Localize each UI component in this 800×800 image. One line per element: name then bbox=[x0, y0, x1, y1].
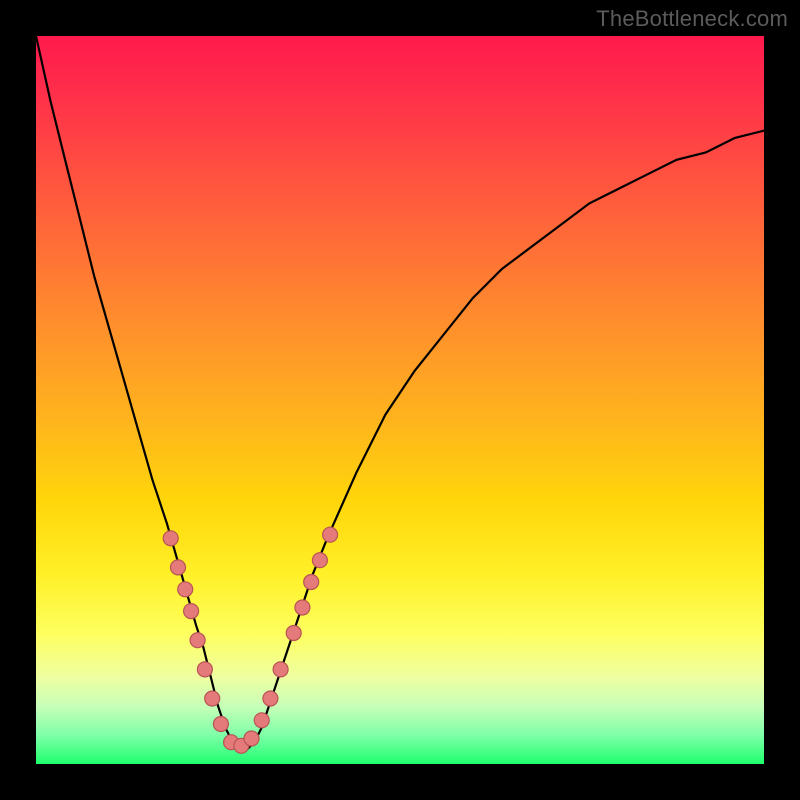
sample-dot bbox=[295, 600, 310, 615]
watermark-text: TheBottleneck.com bbox=[596, 6, 788, 32]
sample-dot bbox=[197, 662, 212, 677]
sample-dot bbox=[163, 531, 178, 546]
sample-dot bbox=[254, 713, 269, 728]
chart-frame: TheBottleneck.com bbox=[0, 0, 800, 800]
sample-dot bbox=[178, 582, 193, 597]
sample-dot bbox=[273, 662, 288, 677]
sample-dot bbox=[263, 691, 278, 706]
bottleneck-curve bbox=[36, 36, 764, 749]
sample-dot bbox=[205, 691, 220, 706]
sample-dot bbox=[184, 604, 199, 619]
plot-area bbox=[36, 36, 764, 764]
sample-dot bbox=[244, 731, 259, 746]
sample-dot bbox=[190, 633, 205, 648]
sample-dot bbox=[312, 553, 327, 568]
sample-dot bbox=[213, 717, 228, 732]
sample-dot bbox=[304, 575, 319, 590]
sample-dot bbox=[286, 626, 301, 641]
sample-dot bbox=[323, 527, 338, 542]
sample-dots-group bbox=[163, 527, 337, 753]
curve-svg bbox=[36, 36, 764, 764]
sample-dot bbox=[171, 560, 186, 575]
